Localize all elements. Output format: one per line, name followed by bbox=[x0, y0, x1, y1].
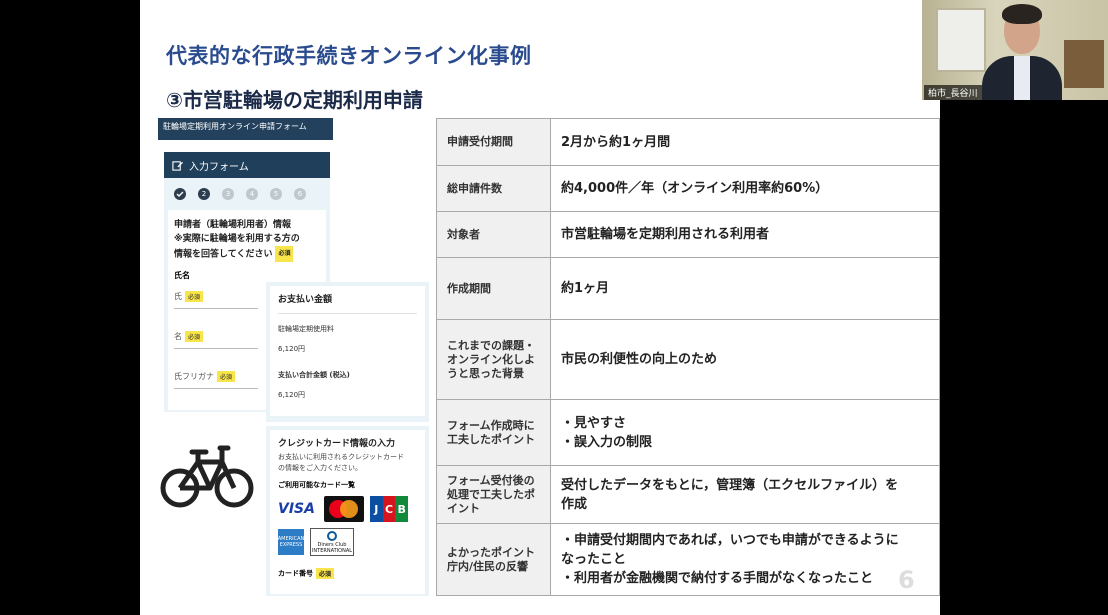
participant-name-label: 柏市_長谷川 bbox=[924, 85, 982, 100]
slide-title: 代表的な行政手続きオンライン化事例 bbox=[166, 44, 532, 68]
row-header: これまでの課題・オンライン化しようと思った背景 bbox=[436, 319, 551, 400]
background-window bbox=[936, 8, 986, 72]
table-row: フォーム作成時に工夫したポイント ・見やすさ ・誤入力の制限 bbox=[436, 399, 940, 466]
amex-logo-icon: AMERICAN EXPRESS bbox=[278, 529, 304, 555]
row-value: 2月から約1ヶ月間 bbox=[550, 118, 940, 166]
row-header: 総申請件数 bbox=[436, 165, 551, 212]
payment-screenshot: お支払い金額 駐輪場定期使用料 6,120円 支払い合計金額 (税込) 6,12… bbox=[266, 282, 429, 422]
row-value: 約1ヶ月 bbox=[550, 257, 940, 320]
form-header-bar: 駐輪場定期利用オンライン申請フォーム bbox=[158, 118, 333, 140]
row-value: ・申請受付期間内であれば，いつでも申請ができるように なったこと ・利用者が金融機関… bbox=[550, 523, 940, 596]
available-cards-label: ご利用可能なカード一覧 bbox=[278, 481, 355, 489]
row-value: 市民の利便性の向上のため bbox=[550, 319, 940, 400]
jcb-logo-icon: J C B bbox=[370, 496, 409, 522]
credit-desc: お支払いに利用されるクレジットカード の情報をご入力ください。 bbox=[278, 453, 404, 472]
fee-value: 6,120円 bbox=[278, 345, 306, 353]
participant-video-tile[interactable]: 柏市_長谷川 bbox=[922, 0, 1108, 100]
step-3: 3 bbox=[222, 188, 234, 200]
visa-logo-icon: VISA bbox=[278, 501, 315, 517]
page-number: 6 bbox=[898, 566, 915, 594]
required-badge: 必須 bbox=[316, 568, 335, 579]
card-number-label: カード番号 必須 bbox=[278, 568, 417, 579]
row-value: ・見やすさ ・誤入力の制限 bbox=[550, 399, 940, 466]
credit-title: クレジットカード情報の入力 bbox=[278, 439, 396, 449]
background-shelf bbox=[1064, 40, 1104, 88]
step-5: 5 bbox=[270, 188, 282, 200]
edit-icon bbox=[172, 160, 183, 171]
card-logos-row1: VISA J C B bbox=[278, 496, 417, 522]
table-row: フォーム受付後の処理で工夫したポイント 受付したデータをもとに，管理簿（エクセル… bbox=[436, 465, 940, 524]
applicant-note: 申請者（駐輪場利用者）情報 ※実際に駐輪場を利用する方の 情報を回答してください… bbox=[174, 218, 320, 262]
form-panel-title: 入力フォーム bbox=[189, 161, 249, 173]
slide-subtitle: ③市営駐輪場の定期利用申請 bbox=[166, 88, 423, 112]
table-row: 作成期間 約1ヶ月 bbox=[436, 257, 940, 320]
step-1-done-icon bbox=[174, 188, 186, 200]
table-row: 対象者 市営駐輪場を定期利用される利用者 bbox=[436, 211, 940, 258]
form-panel-header: 入力フォーム bbox=[164, 152, 330, 178]
row-header: フォーム作成時に工夫したポイント bbox=[436, 399, 551, 466]
case-info-table: 申請受付期間 2月から約1ヶ月間 総申請件数 約4,000件／年（オンライン利用… bbox=[436, 118, 940, 596]
kana-field[interactable]: 氏フリガナ 必須 bbox=[174, 371, 258, 389]
credit-card-screenshot: クレジットカード情報の入力 お支払いに利用されるクレジットカード の情報をご入力… bbox=[266, 426, 429, 596]
payment-title: お支払い金額 bbox=[278, 292, 417, 314]
row-header: 対象者 bbox=[436, 211, 551, 258]
table-row: 申請受付期間 2月から約1ヶ月間 bbox=[436, 118, 940, 166]
row-header: 申請受付期間 bbox=[436, 118, 551, 166]
table-row: これまでの課題・オンライン化しようと思った背景 市民の利便性の向上のため bbox=[436, 319, 940, 400]
step-6: 6 bbox=[294, 188, 306, 200]
table-row: 総申請件数 約4,000件／年（オンライン利用率約60%） bbox=[436, 165, 940, 212]
total-label: 支払い合計金額 (税込) bbox=[278, 371, 350, 379]
name-group-label: 氏名 bbox=[174, 271, 190, 280]
row-header: 作成期間 bbox=[436, 257, 551, 320]
row-value: 約4,000件／年（オンライン利用率約60%） bbox=[550, 165, 940, 212]
diners-logo-icon: Diners Club INTERNATIONAL bbox=[310, 528, 354, 556]
first-name-field[interactable]: 名必須 bbox=[174, 331, 258, 349]
row-header: よかったポイント 庁内/住民の反響 bbox=[436, 523, 551, 596]
mastercard-logo-icon bbox=[324, 496, 364, 522]
credit-card-card: クレジットカード情報の入力 お支払いに利用されるクレジットカード の情報をご入力… bbox=[270, 430, 425, 594]
row-header: フォーム受付後の処理で工夫したポイント bbox=[436, 465, 551, 524]
payment-card: お支払い金額 駐輪場定期使用料 6,120円 支払い合計金額 (税込) 6,12… bbox=[270, 286, 425, 416]
card-logos-row2: AMERICAN EXPRESS Diners Club INTERNATION… bbox=[278, 528, 417, 556]
step-indicator: 2 3 4 5 6 bbox=[164, 178, 330, 210]
step-2: 2 bbox=[198, 188, 210, 200]
bicycle-icon bbox=[160, 445, 254, 508]
required-badge: 必須 bbox=[185, 291, 204, 302]
row-value: 市営駐輪場を定期利用される利用者 bbox=[550, 211, 940, 258]
row-value: 受付したデータをもとに，管理簿（エクセルファイル）を 作成 bbox=[550, 465, 940, 524]
required-badge: 必須 bbox=[217, 371, 236, 382]
step-4: 4 bbox=[246, 188, 258, 200]
fee-label: 駐輪場定期使用料 bbox=[278, 325, 334, 333]
table-row: よかったポイント 庁内/住民の反響 ・申請受付期間内であれば，いつでも申請ができ… bbox=[436, 523, 940, 596]
required-badge: 必須 bbox=[275, 246, 294, 262]
total-value: 6,120円 bbox=[278, 391, 306, 399]
last-name-field[interactable]: 氏必須 bbox=[174, 291, 258, 309]
required-badge: 必須 bbox=[185, 331, 204, 342]
presentation-slide: 代表的な行政手続きオンライン化事例 ③市営駐輪場の定期利用申請 駐輪場定期利用オ… bbox=[140, 0, 940, 615]
